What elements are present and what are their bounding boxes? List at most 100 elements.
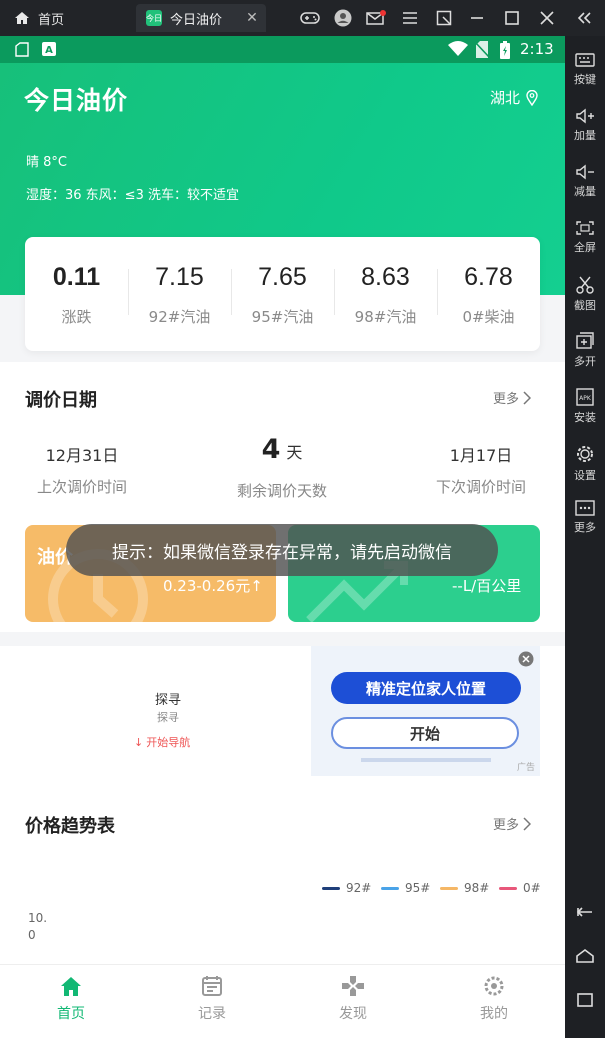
android-home-button[interactable] (565, 948, 605, 967)
nav-label: 记录 (198, 1006, 226, 1022)
more-label: 更多 (493, 392, 520, 407)
bottom-navigation: 首页 记录 发现 我的 (0, 964, 565, 1038)
price-cell-92[interactable]: 7.15 92#汽油 (128, 237, 231, 351)
minimize-icon[interactable] (467, 8, 487, 28)
sidebar-item-label: 截图 (574, 299, 596, 312)
adjust-more-link[interactable]: 更多 (493, 388, 532, 407)
gamepad-icon[interactable] (300, 8, 320, 28)
toast-message: 提示：如果微信登录存在异常，请先启动微信 (66, 524, 498, 576)
app-tab[interactable]: 今日 今日油价 ✕ (136, 4, 266, 32)
fullscreen-icon (576, 221, 594, 235)
ad-banner[interactable]: 探寻 探寻 ↓ 开始导航 精准定位家人位置 开始 广告 (0, 646, 565, 786)
chevron-right-icon (523, 390, 532, 405)
menu-icon[interactable] (400, 8, 420, 28)
more-label: 更多 (493, 818, 520, 833)
legend-swatch (322, 886, 340, 890)
remaining-days-unit: 天 (286, 443, 303, 462)
price-card: 0.11 涨跌 7.15 92#汽油 7.65 95#汽油 8.63 98#汽油… (25, 237, 540, 351)
price-cell-95[interactable]: 7.65 95#汽油 (231, 237, 334, 351)
notification-app-icon (15, 42, 29, 57)
multi-window-icon (576, 332, 594, 349)
price-label: 0#柴油 (462, 308, 515, 326)
collapse-sidebar-icon[interactable] (574, 8, 594, 28)
recent-apps-button[interactable] (565, 992, 605, 1011)
no-sim-icon (475, 41, 489, 58)
legend-label: 95# (405, 881, 431, 895)
sidebar-item-label: 设置 (574, 469, 596, 482)
keyboard-icon (575, 53, 595, 67)
svg-text:A: A (45, 45, 53, 56)
ad-primary-button[interactable]: 精准定位家人位置 (331, 672, 521, 704)
nav-records[interactable]: 记录 (172, 975, 252, 1023)
sidebar-item-screenshot[interactable]: 截图 (565, 276, 605, 313)
phone-screen: A 2:13 今日油价 湖北 晴 8°C 湿度：36 东风：≤3 洗车：较不适宜… (0, 36, 565, 1038)
status-time: 2:13 (520, 40, 554, 58)
sidebar-item-label: 安装 (574, 411, 596, 424)
price-value: 0.11 (52, 263, 101, 291)
legend-label: 0# (523, 881, 541, 895)
close-tab-icon[interactable]: ✕ (244, 10, 260, 26)
sidebar-item-multi-open[interactable]: 多开 (565, 332, 605, 369)
location-pin-icon (526, 89, 538, 106)
download-arrow-icon: ↓ (134, 735, 144, 749)
sidebar-item-volume-up[interactable]: 加量 (565, 108, 605, 143)
price-trend-section: 价格趋势表 更多 92# 95# 98# 0# 10. 0 (0, 786, 565, 966)
region-label: 湖北 (490, 89, 521, 107)
trend-more-link[interactable]: 更多 (493, 814, 532, 833)
apk-icon: APK (576, 388, 594, 406)
back-button[interactable] (565, 904, 605, 923)
sidebar-item-keymap[interactable]: 按键 (565, 52, 605, 87)
mail-icon[interactable] (366, 8, 386, 28)
sidebar-item-more[interactable]: 更多 (565, 500, 605, 535)
price-value: 7.15 (155, 263, 204, 291)
ad-fine-print (361, 758, 491, 762)
home-icon (61, 977, 81, 996)
scissors-icon (576, 276, 594, 294)
close-window-icon[interactable] (537, 8, 557, 28)
next-adjust: 1月17日 下次调价时间 (421, 442, 541, 497)
nav-discover[interactable]: 发现 (313, 975, 393, 1023)
sidebar-item-volume-down[interactable]: 减量 (565, 164, 605, 199)
sidebar-item-install-apk[interactable]: APK 安装 (565, 388, 605, 425)
price-label: 98#汽油 (354, 308, 417, 326)
gear-icon (484, 976, 504, 996)
section-title: 价格趋势表 (25, 816, 115, 837)
ad-title: 探寻 (155, 693, 182, 708)
weather-detail: 湿度：36 东风：≤3 洗车：较不适宜 (26, 188, 239, 203)
price-cell-change[interactable]: 0.11 涨跌 (25, 237, 128, 351)
region-selector[interactable]: 湖北 (490, 87, 538, 108)
home-tab[interactable]: 首页 (14, 7, 64, 29)
sidebar-item-fullscreen[interactable]: 全屏 (565, 220, 605, 255)
android-status-bar: A 2:13 (0, 36, 565, 63)
maximize-icon[interactable] (502, 8, 522, 28)
battery-icon (500, 41, 510, 59)
svg-text:APK: APK (579, 395, 592, 402)
nav-profile[interactable]: 我的 (454, 975, 534, 1023)
y-axis-label-line: 10. (28, 911, 48, 925)
ad-nav-link[interactable]: ↓ 开始导航 (134, 734, 190, 750)
ad-secondary-button[interactable]: 开始 (331, 717, 519, 749)
next-adjust-label: 下次调价时间 (435, 478, 526, 496)
ad-image[interactable]: 精准定位家人位置 开始 广告 (311, 646, 540, 776)
android-home-icon (576, 949, 594, 963)
more-icon (575, 500, 595, 516)
sidebar-item-settings[interactable]: 设置 (565, 444, 605, 483)
y-axis-label-line: 0 (28, 928, 36, 942)
nav-home[interactable]: 首页 (31, 975, 111, 1023)
keyboard-status-icon: A (42, 42, 56, 56)
legend-swatch (499, 886, 517, 890)
sidebar-item-label: 更多 (574, 521, 596, 534)
home-icon (15, 12, 29, 24)
account-icon[interactable] (333, 8, 353, 28)
legend-swatch (381, 886, 399, 890)
close-ad-icon[interactable] (518, 651, 534, 667)
price-cell-98[interactable]: 8.63 98#汽油 (334, 237, 437, 351)
price-cell-diesel[interactable]: 6.78 0#柴油 (437, 237, 540, 351)
calendar-icon (202, 976, 222, 996)
gamepad-icon (342, 976, 364, 996)
pin-window-icon[interactable] (434, 8, 454, 28)
sidebar-item-label: 全屏 (574, 241, 596, 254)
app-tab-label: 今日油价 (170, 12, 223, 28)
volume-down-icon (576, 164, 594, 180)
section-title: 调价日期 (25, 390, 97, 411)
